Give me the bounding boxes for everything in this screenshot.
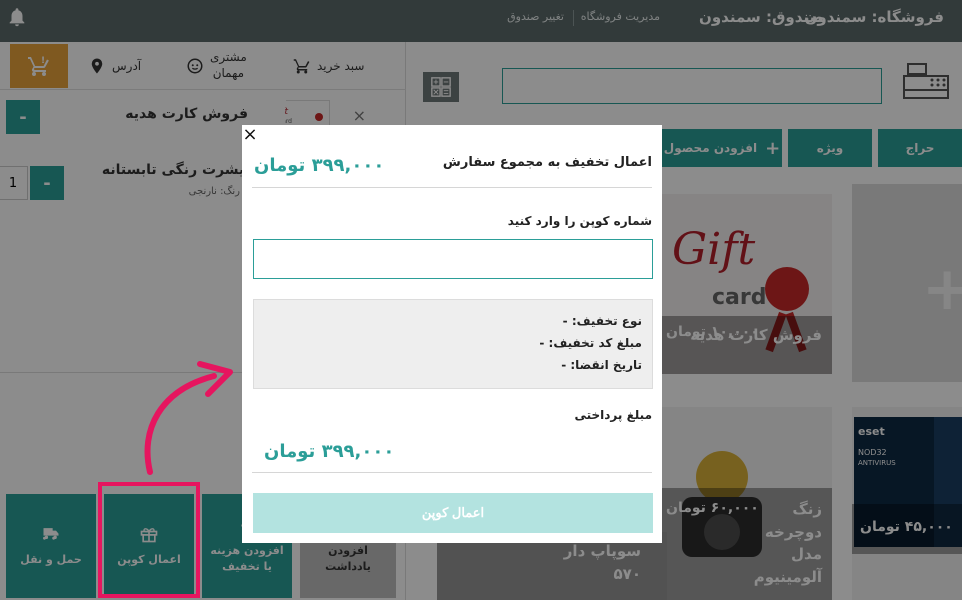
divider: [252, 472, 652, 473]
close-icon[interactable]: ×: [242, 126, 258, 144]
payable-amount: ۳۹۹,۰۰۰ تومان: [264, 441, 395, 462]
coupon-modal: × اعمال تخفیف به مجموع سفارش ۳۹۹,۰۰۰ توم…: [242, 125, 662, 543]
discount-amount: مبلغ کد تخفیف: -: [539, 336, 642, 350]
expiry-date: تاریخ انقضا: -: [561, 358, 642, 372]
coupon-field-label: شماره کوپن را وارد کنید: [507, 214, 652, 228]
payable-label: مبلغ پرداختی: [574, 408, 652, 422]
discount-type: نوع تخفیف: -: [562, 314, 642, 328]
modal-title: اعمال تخفیف به مجموع سفارش: [442, 155, 652, 170]
order-total: ۳۹۹,۰۰۰ تومان: [254, 155, 385, 176]
coupon-code-input[interactable]: [253, 239, 653, 279]
apply-coupon-submit-button[interactable]: اعمال کوپن: [253, 493, 653, 533]
coupon-button-highlight: [98, 482, 200, 598]
annotation-arrow-icon: [144, 361, 233, 475]
divider: [252, 187, 652, 188]
coupon-info-box: نوع تخفیف: - مبلغ کد تخفیف: - تاریخ انقض…: [253, 299, 653, 389]
